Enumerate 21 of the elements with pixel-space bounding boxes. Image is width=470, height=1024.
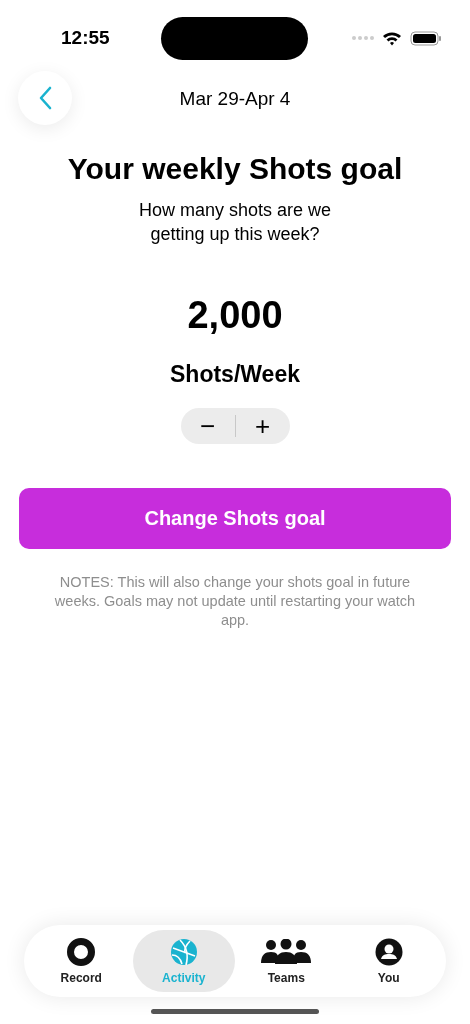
basketball-icon — [169, 937, 198, 966]
goal-question: How many shots are we getting up this week? — [137, 199, 333, 246]
signal-icon — [352, 36, 374, 40]
notes-text: NOTES: This will also change your shots goal in future weeks. Goals may not update until restarting your watch app. — [53, 573, 417, 630]
status-time: 12:55 — [61, 27, 111, 49]
decrement-button[interactable]: − — [180, 408, 235, 444]
goal-value: 2,000 — [187, 294, 283, 337]
tab[interactable]: You — [337, 930, 440, 992]
tab[interactable]: Record — [30, 930, 133, 992]
people-icon — [261, 938, 312, 965]
date-range: Mar 29-Apr 4 — [179, 87, 291, 111]
record-icon — [67, 937, 96, 966]
increment-button[interactable]: + — [235, 408, 290, 444]
wifi-icon — [382, 30, 402, 46]
goal-title: Your weekly Shots goal — [67, 152, 403, 186]
profile-icon — [374, 937, 403, 966]
battery-icon — [410, 30, 442, 46]
goal-unit: Shots/Week — [170, 361, 300, 388]
change-goal-button[interactable]: Change Shots goal — [19, 488, 451, 549]
tab[interactable]: Teams — [235, 930, 338, 992]
back-icon — [38, 86, 52, 110]
